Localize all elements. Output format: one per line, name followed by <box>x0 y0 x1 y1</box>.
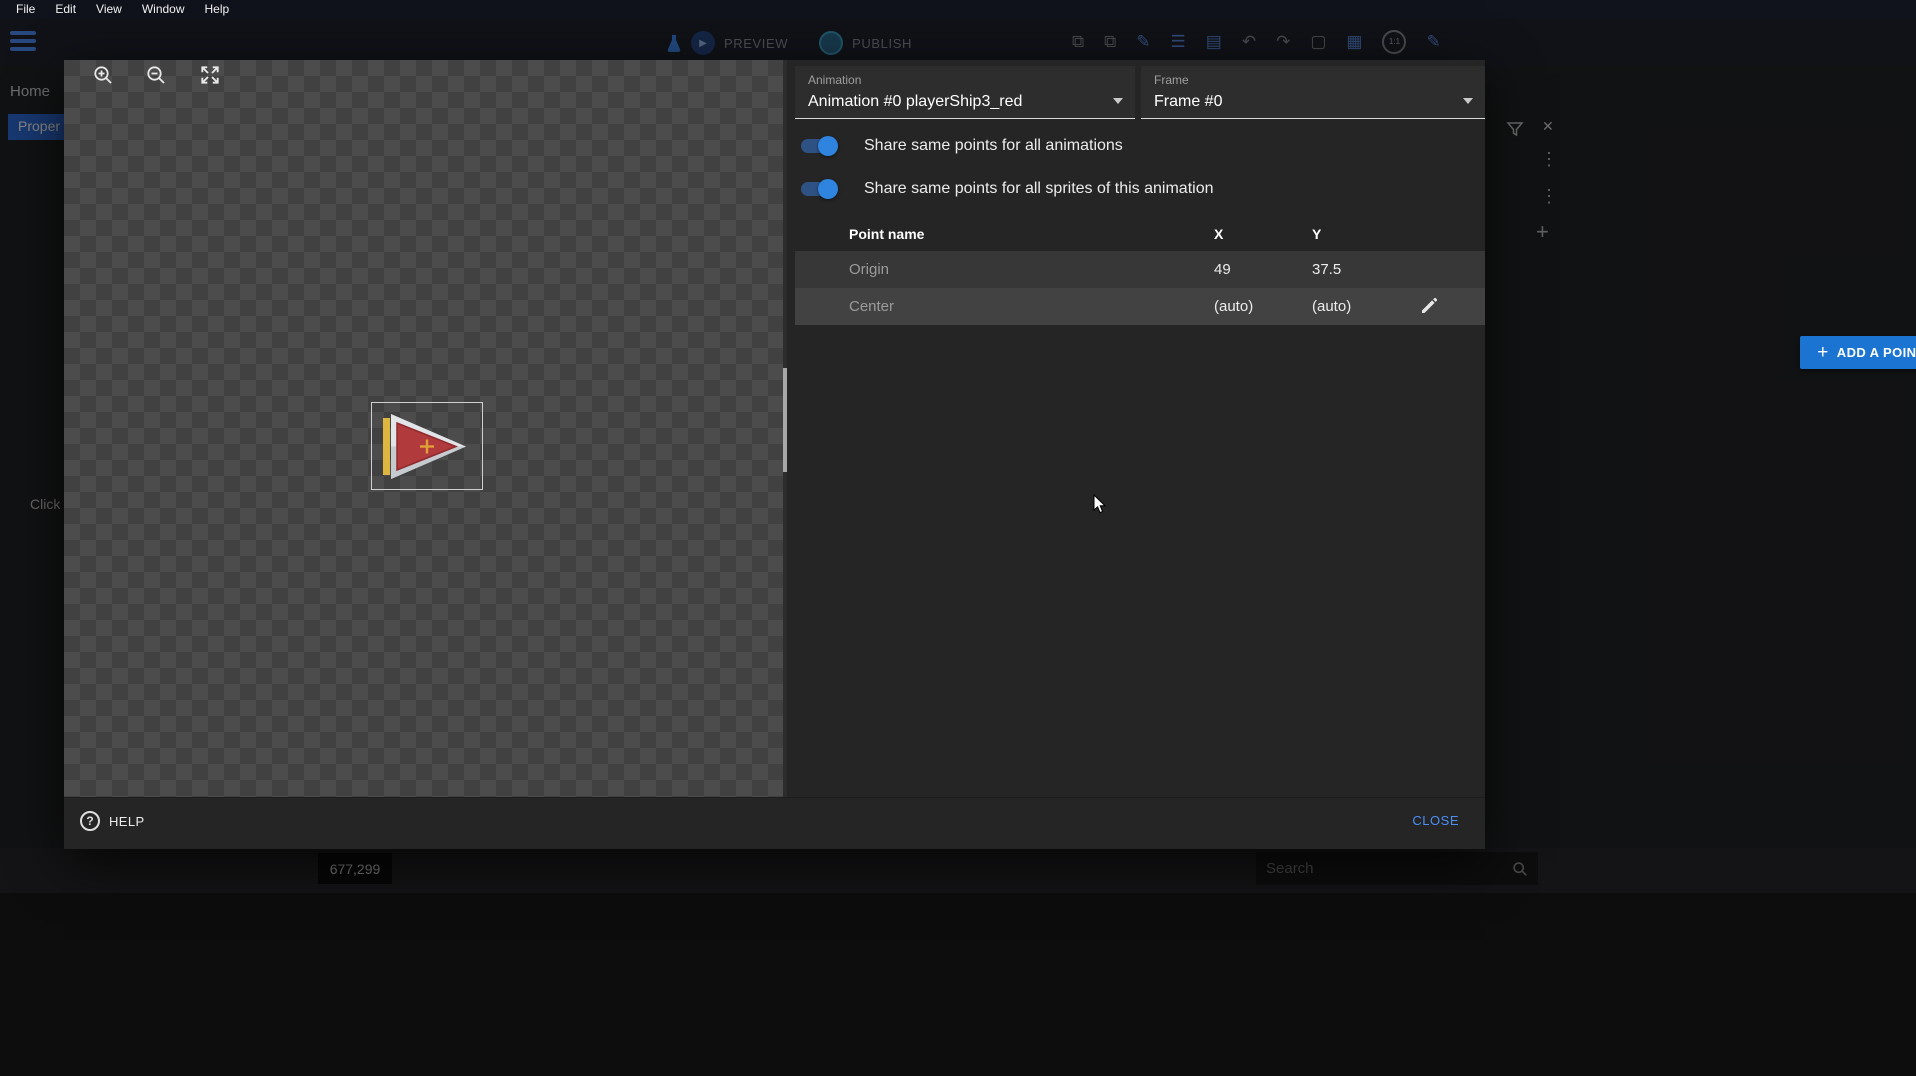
animation-select[interactable]: Animation Animation #0 playerShip3_red <box>795 66 1135 119</box>
menu-help[interactable]: Help <box>195 0 240 19</box>
help-icon: ? <box>80 811 100 831</box>
scrollbar-handle[interactable] <box>783 368 787 472</box>
points-panel: Animation Animation #0 playerShip3_red F… <box>795 60 1485 797</box>
share-points-all-animations-label: Share same points for all animations <box>864 137 1123 155</box>
point-name: Center <box>849 288 894 325</box>
point-y-value[interactable]: 37.5 <box>1312 251 1341 288</box>
chevron-down-icon <box>1113 98 1123 104</box>
frame-select[interactable]: Frame Frame #0 <box>1141 66 1485 119</box>
sprite-preview-canvas[interactable] <box>64 60 786 797</box>
toggle-thumb <box>818 136 838 156</box>
close-button[interactable]: CLOSE <box>1412 813 1459 828</box>
column-header-name: Point name <box>849 218 924 251</box>
add-point-button[interactable]: + ADD A POINT <box>1800 336 1916 369</box>
points-table: Point name X Y Origin 49 37.5 Center (au… <box>795 218 1485 325</box>
player-ship-sprite <box>378 409 477 484</box>
point-x-value[interactable]: 49 <box>1214 251 1231 288</box>
share-points-all-sprites-label: Share same points for all sprites of thi… <box>864 180 1214 198</box>
sprite-frame[interactable] <box>371 402 483 490</box>
toggle-thumb <box>818 179 838 199</box>
menu-bar: File Edit View Window Help <box>0 0 1916 19</box>
point-y-value[interactable]: (auto) <box>1312 288 1351 325</box>
plus-icon: + <box>1817 343 1829 362</box>
menu-view[interactable]: View <box>86 0 132 19</box>
help-label: HELP <box>109 814 145 829</box>
dialog-footer: ? HELP CLOSE <box>64 797 1485 849</box>
frame-select-label: Frame <box>1154 73 1189 87</box>
point-x-value[interactable]: (auto) <box>1214 288 1253 325</box>
fit-to-screen-icon[interactable] <box>199 64 221 86</box>
chevron-down-icon <box>1463 98 1473 104</box>
menu-file[interactable]: File <box>6 0 45 19</box>
help-button[interactable]: ? HELP <box>80 811 145 831</box>
menu-window[interactable]: Window <box>132 0 195 19</box>
column-header-x: X <box>1214 218 1223 251</box>
add-point-label: ADD A POINT <box>1837 345 1916 360</box>
edit-pencil-icon[interactable] <box>1419 296 1439 316</box>
share-points-all-animations-toggle[interactable] <box>801 139 837 153</box>
frame-select-value: Frame #0 <box>1154 93 1222 111</box>
point-name: Origin <box>849 251 889 288</box>
menu-edit[interactable]: Edit <box>45 0 86 19</box>
canvas-scrollbar[interactable] <box>783 60 787 797</box>
animation-select-value: Animation #0 playerShip3_red <box>808 93 1022 111</box>
animation-select-label: Animation <box>808 73 861 87</box>
edit-points-dialog: Animation Animation #0 playerShip3_red F… <box>64 60 1485 849</box>
zoom-out-icon[interactable] <box>145 64 167 86</box>
table-row-origin[interactable]: Origin 49 37.5 <box>795 251 1485 288</box>
zoom-in-icon[interactable] <box>92 64 114 86</box>
points-table-header: Point name X Y <box>795 218 1485 251</box>
table-row-center[interactable]: Center (auto) (auto) <box>795 288 1485 325</box>
share-points-all-sprites-toggle[interactable] <box>801 182 837 196</box>
column-header-y: Y <box>1312 218 1321 251</box>
